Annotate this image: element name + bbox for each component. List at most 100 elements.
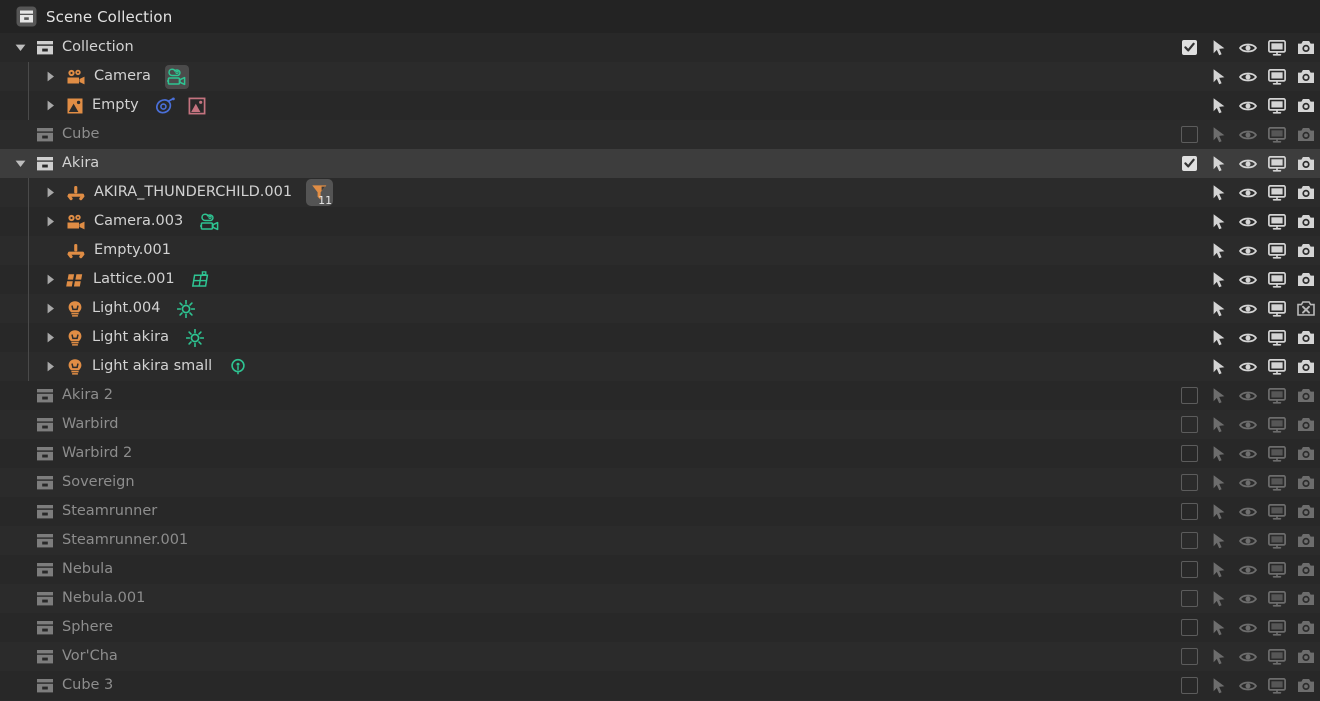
- selectable-arrow-icon[interactable]: [1204, 62, 1233, 91]
- selectable-arrow-icon[interactable]: [1204, 120, 1233, 149]
- point-light-icon[interactable]: [226, 355, 250, 379]
- row-label[interactable]: Cube 3: [62, 678, 113, 693]
- chevron-right-icon[interactable]: [42, 352, 58, 381]
- chevron-right-icon[interactable]: [42, 294, 58, 323]
- row-label[interactable]: Empty.001: [94, 243, 171, 258]
- eye-icon[interactable]: [1233, 149, 1262, 178]
- monitor-icon[interactable]: [1262, 91, 1291, 120]
- outliner-row[interactable]: Empty: [0, 91, 1320, 120]
- monitor-icon[interactable]: [1262, 207, 1291, 236]
- sun-light-icon[interactable]: [183, 326, 207, 350]
- chevron-down-icon[interactable]: [12, 149, 28, 178]
- row-label[interactable]: Vor'Cha: [62, 649, 118, 664]
- outliner-row[interactable]: Steamrunner.001: [0, 526, 1320, 555]
- exclude-checkbox[interactable]: [1175, 613, 1204, 642]
- camera-icon[interactable]: [1291, 178, 1320, 207]
- outliner-row[interactable]: Warbird: [0, 410, 1320, 439]
- monitor-icon[interactable]: [1262, 381, 1291, 410]
- row-label[interactable]: Steamrunner: [62, 504, 157, 519]
- camera-icon[interactable]: [1291, 642, 1320, 671]
- camera-icon[interactable]: [1291, 584, 1320, 613]
- selectable-arrow-icon[interactable]: [1204, 352, 1233, 381]
- monitor-icon[interactable]: [1262, 323, 1291, 352]
- monitor-icon[interactable]: [1262, 178, 1291, 207]
- row-label[interactable]: Warbird 2: [62, 446, 132, 461]
- exclude-checkbox[interactable]: [1175, 468, 1204, 497]
- eye-icon[interactable]: [1233, 91, 1262, 120]
- selectable-arrow-icon[interactable]: [1204, 91, 1233, 120]
- monitor-icon[interactable]: [1262, 497, 1291, 526]
- outliner-row[interactable]: Nebula: [0, 555, 1320, 584]
- exclude-checkbox[interactable]: [1175, 642, 1204, 671]
- monitor-icon[interactable]: [1262, 236, 1291, 265]
- camera-icon[interactable]: [1291, 352, 1320, 381]
- eye-icon[interactable]: [1233, 381, 1262, 410]
- row-label[interactable]: Light akira: [92, 330, 169, 345]
- row-label[interactable]: Collection: [62, 40, 134, 55]
- chevron-right-icon[interactable]: [42, 91, 58, 120]
- image-data-icon[interactable]: [185, 94, 209, 118]
- sun-light-icon[interactable]: [174, 297, 198, 321]
- outliner-row[interactable]: Sphere: [0, 613, 1320, 642]
- camera-icon[interactable]: [1291, 120, 1320, 149]
- outliner-row[interactable]: Light akira small: [0, 352, 1320, 381]
- selectable-arrow-icon[interactable]: [1204, 410, 1233, 439]
- row-label[interactable]: Akira 2: [62, 388, 113, 403]
- row-label[interactable]: Camera: [94, 69, 151, 84]
- monitor-icon[interactable]: [1262, 468, 1291, 497]
- row-label[interactable]: Camera.003: [94, 214, 183, 229]
- monitor-icon[interactable]: [1262, 526, 1291, 555]
- eye-icon[interactable]: [1233, 352, 1262, 381]
- eye-icon[interactable]: [1233, 613, 1262, 642]
- camera-icon[interactable]: [1291, 439, 1320, 468]
- exclude-checkbox[interactable]: [1175, 555, 1204, 584]
- outliner-row[interactable]: Camera: [0, 62, 1320, 91]
- monitor-icon[interactable]: [1262, 555, 1291, 584]
- camera-icon[interactable]: [1291, 468, 1320, 497]
- eye-icon[interactable]: [1233, 497, 1262, 526]
- chevron-right-icon[interactable]: [42, 178, 58, 207]
- selectable-arrow-icon[interactable]: [1204, 584, 1233, 613]
- eye-icon[interactable]: [1233, 439, 1262, 468]
- selectable-arrow-icon[interactable]: [1204, 178, 1233, 207]
- chevron-right-icon[interactable]: [42, 207, 58, 236]
- camera-icon[interactable]: [1291, 497, 1320, 526]
- row-label[interactable]: Lattice.001: [93, 272, 175, 287]
- children-count-badge[interactable]: 11: [306, 179, 334, 207]
- monitor-icon[interactable]: [1262, 352, 1291, 381]
- monitor-icon[interactable]: [1262, 149, 1291, 178]
- camera-icon[interactable]: [1291, 526, 1320, 555]
- exclude-checkbox[interactable]: [1175, 497, 1204, 526]
- lattice-data-icon[interactable]: [189, 268, 213, 292]
- monitor-icon[interactable]: [1262, 671, 1291, 700]
- selectable-arrow-icon[interactable]: [1204, 294, 1233, 323]
- camera-icon[interactable]: [1291, 410, 1320, 439]
- monitor-icon[interactable]: [1262, 439, 1291, 468]
- outliner-row[interactable]: Cube: [0, 120, 1320, 149]
- row-label[interactable]: Sovereign: [62, 475, 135, 490]
- monitor-icon[interactable]: [1262, 120, 1291, 149]
- row-label[interactable]: Nebula.001: [62, 591, 145, 606]
- selectable-arrow-icon[interactable]: [1204, 381, 1233, 410]
- camera-icon[interactable]: [1291, 613, 1320, 642]
- eye-icon[interactable]: [1233, 410, 1262, 439]
- selectable-arrow-icon[interactable]: [1204, 149, 1233, 178]
- outliner-row[interactable]: Cube 3: [0, 671, 1320, 700]
- selectable-arrow-icon[interactable]: [1204, 526, 1233, 555]
- eye-icon[interactable]: [1233, 120, 1262, 149]
- camera-data-icon[interactable]: [164, 64, 189, 89]
- outliner-row[interactable]: Empty.001: [0, 236, 1320, 265]
- camera-icon[interactable]: [1291, 91, 1320, 120]
- exclude-checkbox[interactable]: [1175, 526, 1204, 555]
- eye-icon[interactable]: [1233, 265, 1262, 294]
- camera-icon[interactable]: [1291, 207, 1320, 236]
- exclude-checkbox[interactable]: [1175, 439, 1204, 468]
- outliner-row[interactable]: Light akira: [0, 323, 1320, 352]
- selectable-arrow-icon[interactable]: [1204, 468, 1233, 497]
- chevron-right-icon[interactable]: [42, 265, 58, 294]
- outliner-row[interactable]: Vor'Cha: [0, 642, 1320, 671]
- camera-icon[interactable]: [1291, 323, 1320, 352]
- camera-disabled-icon[interactable]: [1291, 294, 1320, 323]
- camera-icon[interactable]: [1291, 671, 1320, 700]
- eye-icon[interactable]: [1233, 33, 1262, 62]
